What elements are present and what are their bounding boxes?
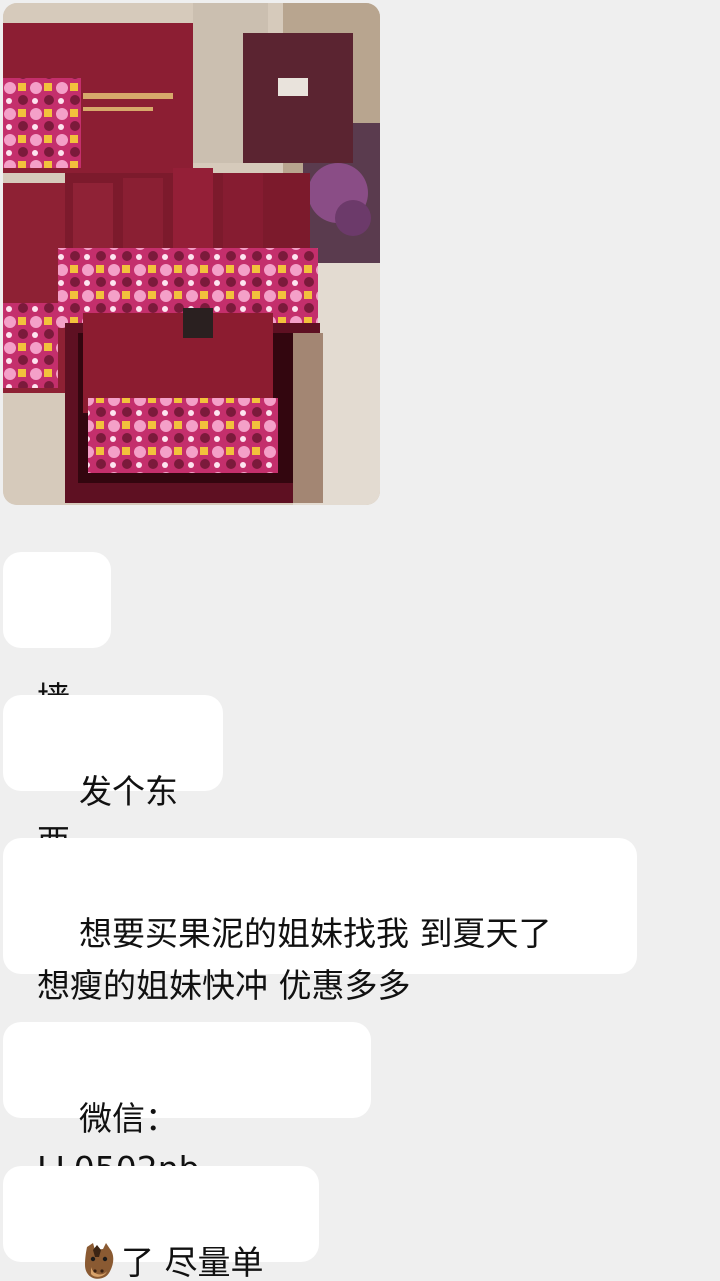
message-text: 了 尽量单发 <box>120 1243 264 1281</box>
message-text: 想要买果泥的姐妹找我 到夏天了 想瘦的姐妹快冲 优惠多多 <box>37 914 552 1005</box>
chat-message-bubble[interactable]: 墙 <box>3 552 111 718</box>
horse-face-icon <box>84 1243 114 1279</box>
chat-message-bubble[interactable]: 了 尽量单发 <box>3 1166 319 1281</box>
product-photo-message[interactable] <box>3 3 380 505</box>
chat-message-bubble[interactable]: 发个东西 <box>3 695 223 861</box>
chat-view: 墙 发个东西 想要买果泥的姐妹找我 到夏天了 想瘦的姐妹快冲 优惠多多 微信：L… <box>0 0 720 1281</box>
chat-message-bubble[interactable]: 想要买果泥的姐妹找我 到夏天了 想瘦的姐妹快冲 优惠多多 <box>3 838 637 1005</box>
chat-message-bubble[interactable]: 微信：LL0502nb <box>3 1022 371 1188</box>
product-photo <box>3 3 380 505</box>
